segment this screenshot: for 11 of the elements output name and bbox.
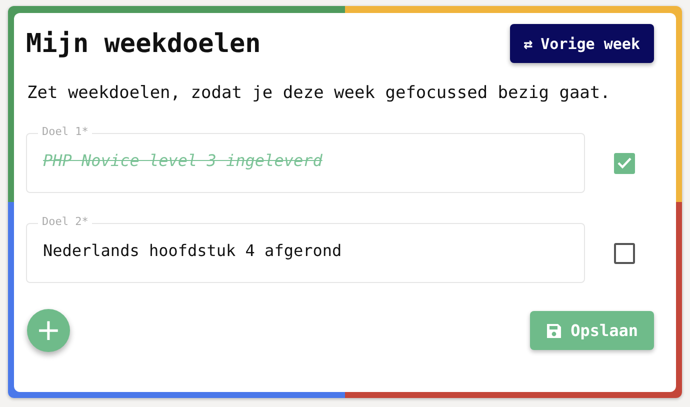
field-label: Doel 1* bbox=[38, 125, 92, 138]
goal-checkbox[interactable] bbox=[614, 242, 635, 264]
save-button[interactable]: Opslaan bbox=[530, 311, 654, 350]
previous-week-button[interactable]: ⇄ Vorige week bbox=[510, 24, 654, 63]
swap-icon: ⇄ bbox=[524, 34, 533, 52]
check-icon bbox=[617, 157, 632, 169]
goal-checkbox[interactable] bbox=[614, 152, 635, 174]
description-text: Zet weekdoelen, zodat je deze week gefocussed bezig gaat. bbox=[27, 83, 612, 103]
field-label: Doel 2* bbox=[38, 215, 92, 228]
page-title: Mijn weekdoelen bbox=[26, 28, 261, 58]
add-button[interactable]: + bbox=[27, 309, 70, 352]
